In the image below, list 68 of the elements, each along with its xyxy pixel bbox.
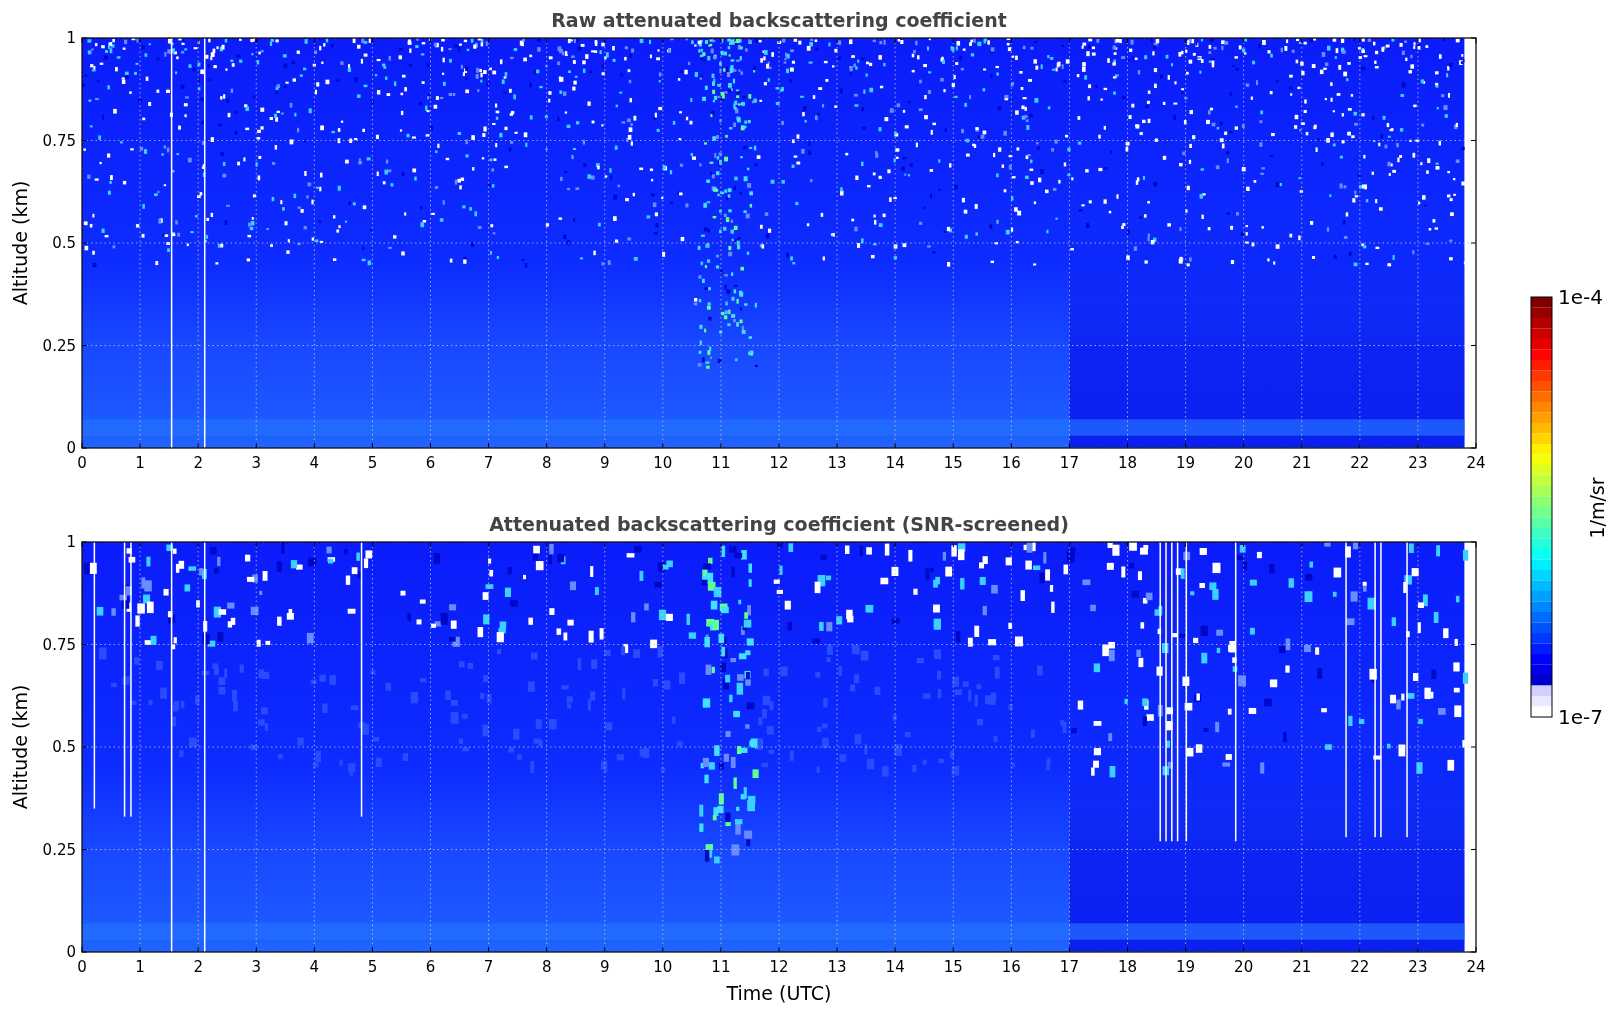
tick-label: 0.5 [52,234,76,252]
tick-label: 12 [769,454,789,472]
tick-label: 12 [769,958,789,976]
tick-label: 6 [425,958,436,976]
tick-label: 13 [827,454,847,472]
tick-label: 0 [66,439,76,457]
tick-label: 1 [135,454,145,472]
axis-label: Altitude (km) [9,180,31,306]
tick-label: 23 [1408,454,1428,472]
tick-label: 14 [885,958,905,976]
tick-label: 1 [66,533,76,551]
tick-label: 15 [943,454,963,472]
tick-label: 24 [1466,454,1486,472]
tick-label: 0.25 [42,336,76,355]
tick-label: 10 [653,454,673,472]
tick-label: 4 [309,454,320,472]
tick-label: 4 [309,958,320,976]
tick-label: 9 [600,958,610,976]
tick-label: 1 [135,958,145,976]
tick-label: 22 [1350,454,1370,472]
tick-label: 3 [251,958,261,976]
tick-label: 18 [1117,454,1138,472]
tick-label: 21 [1292,454,1312,472]
tick-label: 23 [1408,958,1428,976]
tick-label: 5 [367,958,378,976]
tick-label: 2 [193,958,203,976]
tick-label: 0 [77,454,87,472]
tick-label: 7 [483,454,494,472]
tick-label: 2 [193,454,203,472]
tick-label: 0 [66,943,76,961]
tick-label: 19 [1176,958,1196,976]
tick-label: 1 [66,29,76,47]
tick-label: 3 [251,454,261,472]
tick-label: 9 [600,454,610,472]
tick-label: 8 [541,454,552,472]
tick-label: 18 [1117,958,1138,976]
tick-label: 8 [541,958,552,976]
tick-label: 0 [77,958,87,976]
tick-label: 17 [1059,454,1079,472]
tick-label: 16 [1001,958,1021,976]
tick-label: 16 [1001,454,1021,472]
tick-label: 7 [483,958,494,976]
tick-label: 11 [711,454,731,472]
tick-label: 21 [1292,958,1312,976]
tick-label: 0.5 [52,738,76,756]
tick-label: 6 [425,454,436,472]
colorbar-min-label: 1e-7 [1558,705,1603,729]
tick-label: 0.75 [42,131,76,150]
tick-label: 14 [885,454,905,472]
plot-title: Raw attenuated backscattering coefficient [551,9,1007,31]
axis-label: Altitude (km) [9,684,31,810]
plot-title: Attenuated backscattering coefficient (SNR-screened) [489,513,1069,535]
tick-label: 20 [1234,454,1254,472]
tick-label: 0.25 [42,840,76,859]
tick-label: 13 [827,958,847,976]
axis-label: Time (UTC) [726,982,832,1004]
tick-label: 5 [367,454,378,472]
tick-label: 19 [1176,454,1196,472]
tick-label: 11 [711,958,731,976]
tick-label: 22 [1350,958,1370,976]
tick-label: 10 [653,958,673,976]
tick-label: 17 [1059,958,1079,976]
tick-label: 24 [1466,958,1486,976]
tick-label: 15 [943,958,963,976]
tick-label: 20 [1234,958,1254,976]
tick-label: 0.75 [42,635,76,654]
colorbar-label: 1/m/sr [1586,477,1608,539]
colorbar-max-label: 1e-4 [1558,285,1603,309]
